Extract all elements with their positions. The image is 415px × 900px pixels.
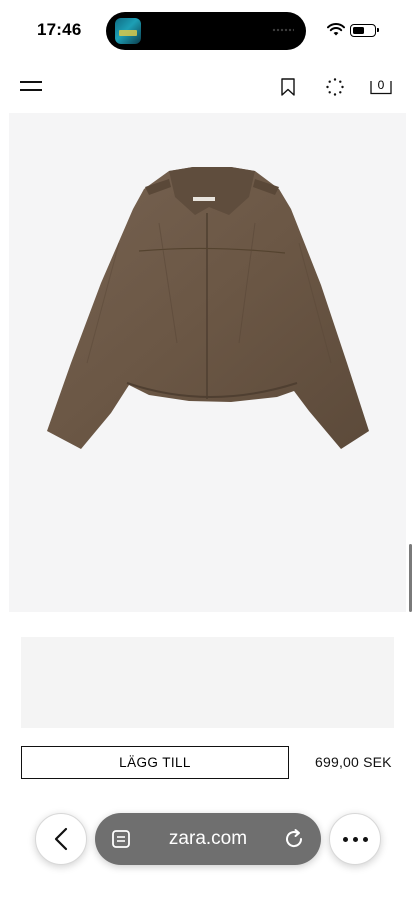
- dynamic-island[interactable]: [106, 12, 306, 50]
- reload-icon[interactable]: [283, 828, 305, 850]
- page-scrollbar[interactable]: [409, 544, 412, 612]
- status-time: 17:46: [37, 20, 82, 39]
- add-to-bag-button[interactable]: LÄGG TILL: [21, 746, 289, 779]
- more-icon: [342, 836, 348, 842]
- more-button[interactable]: [329, 813, 381, 865]
- product-image[interactable]: [9, 113, 406, 612]
- menu-icon[interactable]: [20, 81, 42, 93]
- top-nav: 0: [0, 70, 415, 106]
- wifi-icon: [327, 23, 345, 36]
- activity-dots-icon: [272, 27, 294, 33]
- back-icon: [54, 827, 68, 851]
- bag-count: 0: [377, 78, 385, 92]
- now-playing-app-icon: [115, 18, 141, 44]
- product-price: 699,00 SEK: [315, 754, 392, 770]
- address-bar[interactable]: zara.com: [95, 813, 321, 865]
- loader-icon[interactable]: [326, 78, 344, 96]
- content-placeholder: [21, 637, 394, 728]
- back-button[interactable]: [35, 813, 87, 865]
- bag-icon[interactable]: 0: [370, 78, 392, 95]
- bookmark-icon[interactable]: [280, 78, 296, 96]
- jacket-illustration: [47, 167, 369, 449]
- battery-icon: [350, 24, 379, 37]
- status-bar: 17:46: [0, 0, 415, 62]
